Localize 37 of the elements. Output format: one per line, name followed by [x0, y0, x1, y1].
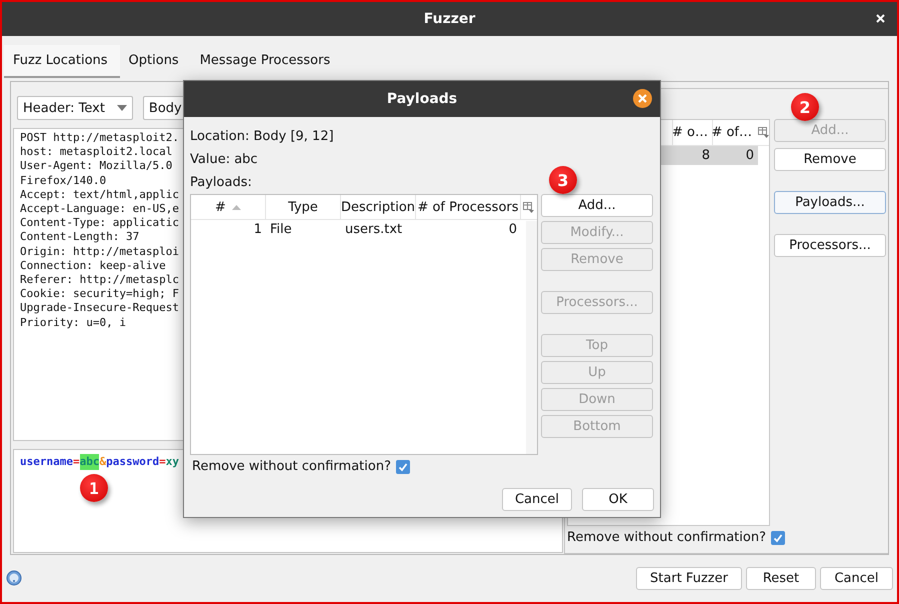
header-line: Priority: u=0, i [20, 316, 126, 330]
table-cell-text: 1 [252, 221, 263, 239]
table-cell-text: 8 [700, 147, 711, 165]
step-badge: 1 [80, 474, 108, 502]
body-token: & [99, 454, 106, 470]
table-cell-text: 0 [744, 147, 755, 165]
location-label: Location: Body [9, 12] [190, 128, 334, 146]
dialog-title: Payloads [386, 91, 458, 107]
payloads-label: Payloads: [190, 174, 252, 192]
header-line: Upgrade-Insecure-Request [20, 301, 179, 316]
checkbox-label: Remove without confirmation? [192, 459, 391, 474]
header-line: Content-Length: 37 [20, 230, 140, 245]
header-line: Cookie: security=high; F [20, 287, 179, 302]
body-token: username [20, 454, 73, 470]
header-line: Content-Type: applicatic [20, 216, 179, 230]
header-line: POST http://metasploit2. [20, 131, 179, 146]
header-line: User-Agent: Mozilla/5.0 [20, 159, 172, 174]
body-token: password [106, 454, 160, 470]
header-line: Accept-Language: en-US,e [20, 202, 179, 216]
header-line: Accept: text/html,applic [20, 188, 179, 202]
step-badge: 3 [549, 166, 577, 194]
value-label: Value: abc [190, 151, 258, 169]
checkbox-label: Remove without confirmation? [567, 530, 766, 545]
header-line: Referer: http://metasplc [20, 273, 179, 288]
header-line: Connection: keep-alive [20, 258, 166, 274]
window-title: Fuzzer [424, 11, 476, 27]
header-line: Origin: http://metasploi [20, 244, 179, 259]
step-badge: 2 [791, 93, 819, 121]
table-cell-text: 0 [508, 221, 518, 239]
body-token: = [72, 454, 80, 470]
body-token: xy [166, 454, 179, 470]
table-cell-text: users.txt [344, 221, 404, 239]
table-cell-text: File [269, 221, 293, 239]
body-token: = [159, 454, 166, 470]
body-token: abc [80, 454, 100, 470]
header-line: host: metasploit2.local [20, 145, 172, 160]
header-line: Firefox/140.0 [20, 174, 106, 188]
